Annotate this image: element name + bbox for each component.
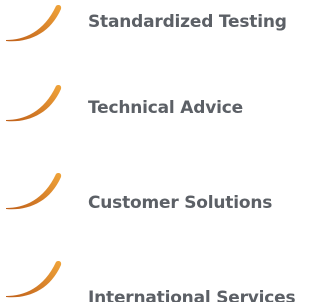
service-item-label: Technical Advice (88, 98, 243, 118)
swoosh-icon (6, 261, 62, 298)
service-item-label: Standardized Testing (88, 12, 287, 32)
service-item-technical-advice[interactable]: Technical Advice (0, 80, 326, 130)
swoosh-icon (6, 173, 62, 210)
service-item-label: Customer Solutions (88, 193, 273, 213)
swoosh-icon (6, 85, 62, 122)
service-item-customer-solutions[interactable]: Customer Solutions (0, 168, 326, 218)
service-item-international-services[interactable]: International Services (0, 256, 326, 302)
service-item-standardized-testing[interactable]: Standardized Testing (0, 0, 326, 50)
services-list: Standardized Testing Technical Advice Cu… (0, 0, 326, 302)
swoosh-icon (6, 5, 62, 42)
service-item-label: International Services (88, 288, 296, 302)
